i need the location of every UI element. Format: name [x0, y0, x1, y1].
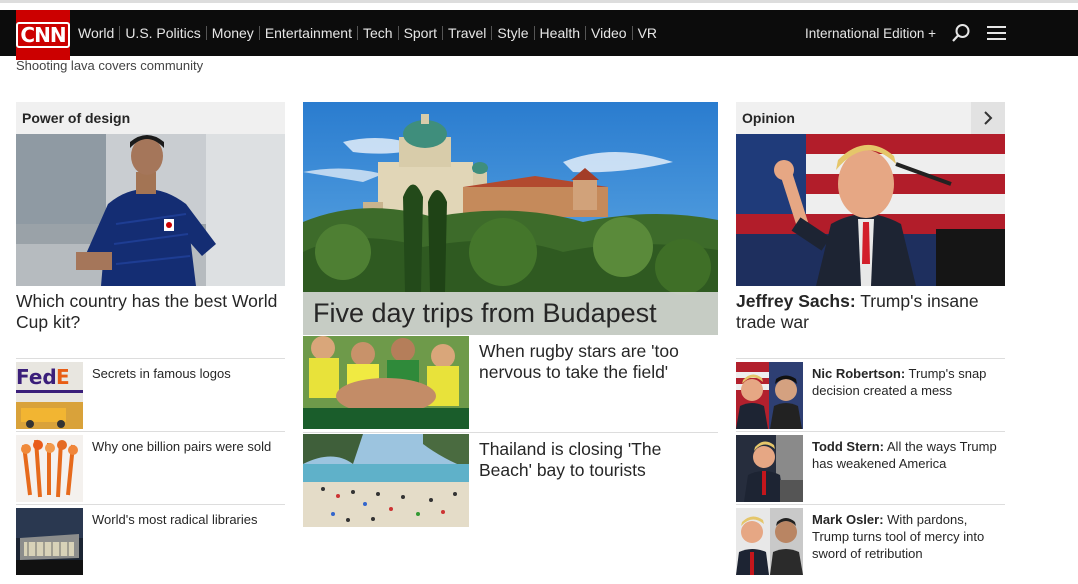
list-item-text: World's most radical libraries [92, 512, 258, 527]
edition-selector[interactable]: International Edition + [805, 26, 936, 41]
opinion-author: Nic Robertson: [812, 366, 906, 381]
thailand-beach-thumbnail [303, 434, 469, 527]
list-item-text: When rugby stars are 'too nervous to tak… [479, 341, 679, 382]
list-item[interactable]: World's most radical libraries [16, 505, 285, 578]
chevron-right-icon[interactable] [971, 102, 1005, 134]
nav-links: World U.S. Politics Money Entertainment … [78, 10, 662, 56]
list-item[interactable]: Mark Osler: With pardons, Trump turns to… [736, 505, 1005, 578]
list-item-text: Mark Osler: With pardons, Trump turns to… [803, 505, 1005, 578]
list-item-text: Todd Stern: All the ways Trump has weake… [803, 432, 1005, 504]
nav-link-health[interactable]: Health [535, 26, 587, 40]
hero-headline-budapest: Five day trips from Budapest [303, 292, 718, 335]
library-thumbnail [16, 508, 83, 575]
nav-link-money[interactable]: Money [207, 26, 260, 40]
nav-link-us-politics[interactable]: U.S. Politics [120, 26, 207, 40]
list-item[interactable]: Why one billion pairs were sold [16, 432, 285, 505]
list-item[interactable]: Todd Stern: All the ways Trump has weake… [736, 432, 1005, 505]
budapest-basilica-image[interactable]: Five day trips from Budapest [303, 102, 718, 335]
top-navigation: CNN World U.S. Politics Money Entertainm… [0, 10, 1078, 60]
opinion-column: Opinion Jeffrey Sachs: Trump's insane tr… [736, 102, 1005, 578]
cnn-logo[interactable]: CNN [16, 10, 70, 60]
design-column: Power of design Which country has the be… [16, 102, 285, 578]
list-item[interactable]: Nic Robertson: Trump's snap decision cre… [736, 359, 1005, 432]
list-item-text: Secrets in famous logos [92, 366, 231, 381]
list-item[interactable]: Thailand is closing 'The Beach' bay to t… [303, 433, 718, 531]
opinion-author: Jeffrey Sachs: [736, 291, 856, 311]
world-cup-kit-image[interactable] [16, 134, 285, 286]
rugby-team-thumbnail [303, 336, 469, 429]
section-title-opinion[interactable]: Opinion [736, 102, 1005, 134]
nav-link-style[interactable]: Style [492, 26, 535, 40]
logo-text: CNN [16, 22, 70, 48]
svg-text:E: E [56, 365, 70, 389]
nav-link-sport[interactable]: Sport [399, 26, 444, 40]
hamburger-menu-icon[interactable] [986, 22, 1008, 44]
trump-speech-image[interactable] [736, 134, 1005, 286]
nav-link-tech[interactable]: Tech [358, 26, 399, 40]
list-item-text: Thailand is closing 'The Beach' bay to t… [479, 439, 662, 480]
section-title-design[interactable]: Power of design [16, 102, 285, 134]
fedex-logo-thumbnail: Fed E [16, 362, 83, 429]
nav-link-travel[interactable]: Travel [443, 26, 493, 40]
search-icon[interactable] [950, 22, 972, 44]
section-title-text: Opinion [742, 110, 795, 126]
hero-headline-opinion[interactable]: Jeffrey Sachs: Trump's insane trade war [736, 286, 1005, 359]
trump-kim-thumbnail [736, 362, 803, 429]
list-item-text: Nic Robertson: Trump's snap decision cre… [803, 359, 1005, 431]
nav-link-video[interactable]: Video [586, 26, 633, 40]
nav-right: International Edition + [805, 10, 1008, 56]
hero-headline-kit[interactable]: Which country has the best World Cup kit… [16, 286, 285, 359]
list-item[interactable]: Fed E Secrets in famous logos [16, 359, 285, 432]
browser-top-edge [0, 0, 1078, 10]
trump-podium-thumbnail [736, 435, 803, 502]
featured-column: Five day trips from Budapest When rugby … [303, 102, 718, 531]
nav-link-vr[interactable]: VR [633, 26, 662, 40]
nav-link-entertainment[interactable]: Entertainment [260, 26, 358, 40]
svg-text:Fed: Fed [16, 365, 57, 389]
opinion-author: Mark Osler: [812, 512, 884, 527]
flip-flops-thumbnail [16, 435, 83, 502]
trump-pardon-thumbnail [736, 508, 803, 575]
nav-link-world[interactable]: World [78, 26, 121, 40]
list-item[interactable]: When rugby stars are 'too nervous to tak… [303, 335, 718, 433]
list-item-text: Why one billion pairs were sold [92, 439, 272, 454]
opinion-author: Todd Stern: [812, 439, 884, 454]
